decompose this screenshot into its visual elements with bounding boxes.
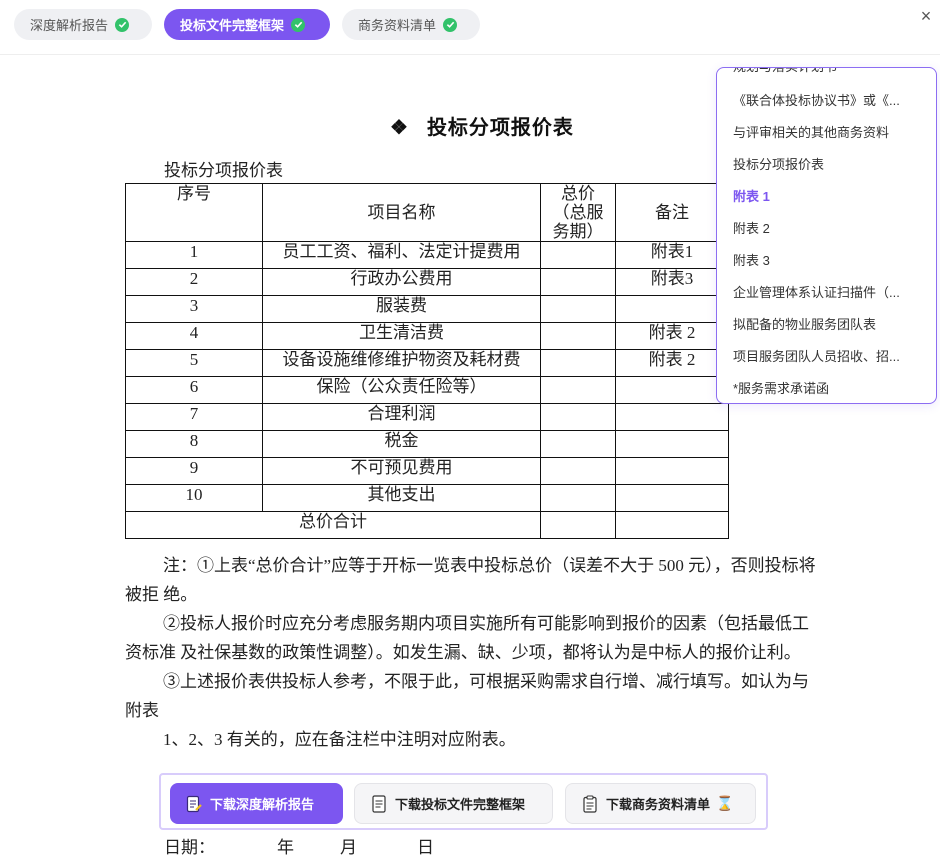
table-row: 10 其他支出 xyxy=(125,484,729,512)
table-row: 3 服装费 xyxy=(125,295,729,323)
heading-text: 投标分项报价表 xyxy=(426,117,574,139)
table-row: 4 卫生清洁费 附表 2 xyxy=(125,322,729,350)
download-analysis-report-button[interactable]: 下载深度解析报告 xyxy=(170,783,343,824)
outline-item[interactable]: 《联合体投标协议书》或《... xyxy=(733,90,923,109)
check-circle-icon xyxy=(443,17,458,32)
outline-item[interactable]: 规划与落实计划书 xyxy=(733,68,923,75)
table-row: 2 行政办公费用 附表3 xyxy=(125,268,729,296)
button-label: 下载商务资料清单 xyxy=(606,797,711,812)
page-title: ❖ 投标分项报价表 xyxy=(390,111,574,140)
outline-item[interactable]: 投标分项报价表 xyxy=(733,154,923,173)
outline-item[interactable]: 附表 2 xyxy=(733,218,923,237)
close-icon[interactable]: × xyxy=(916,6,936,26)
header-note: 备注 xyxy=(615,183,729,242)
tab-label: 投标文件完整框架 xyxy=(180,18,285,33)
outline-item[interactable]: 拟配备的物业服务团队表 xyxy=(733,314,923,333)
date-line: 日期：年月日 xyxy=(164,838,434,857)
notes-section: 注：①上表“总价合计”应等于开标一览表中投标总价（误差不大于 500 元），否则… xyxy=(125,551,825,754)
note-paragraph: 注：①上表“总价合计”应等于开标一览表中投标总价（误差不大于 500 元），否则… xyxy=(125,556,816,604)
tab-business-list[interactable]: 商务资料清单 xyxy=(342,9,480,40)
download-bar: 下载深度解析报告 下载投标文件完整框架 下载商务资料清单 ⌛ xyxy=(159,773,768,830)
outline-item[interactable]: 企业管理体系认证扫描件（... xyxy=(733,282,923,301)
outline-panel[interactable]: 规划与落实计划书 《联合体投标协议书》或《... 与评审相关的其他商务资料 投标… xyxy=(716,67,937,404)
outline-item[interactable]: 与评审相关的其他商务资料 xyxy=(733,122,923,141)
download-business-list-button[interactable]: 下载商务资料清单 ⌛ xyxy=(565,783,756,824)
clipboard-icon xyxy=(582,794,598,813)
tab-deep-analysis-report[interactable]: 深度解析报告 xyxy=(14,9,152,40)
outline-item[interactable]: *服务需求承诺函 xyxy=(733,378,923,397)
tab-bid-framework[interactable]: 投标文件完整框架 xyxy=(164,9,330,40)
check-circle-icon xyxy=(115,17,130,32)
outline-item[interactable]: 附表 3 xyxy=(733,250,923,269)
table-row: 1 员工工资、福利、法定计提费用 附表1 xyxy=(125,241,729,269)
quote-table: 序号 项目名称 总价 （总服 务期） 备注 1 员工工资、福利、法定计提费用 附表1… xyxy=(125,183,729,539)
table-header-row: 序号 项目名称 总价 （总服 务期） 备注 xyxy=(125,183,729,242)
tab-label: 商务资料清单 xyxy=(358,18,437,33)
table-row: 9 不可预见费用 xyxy=(125,457,729,485)
table-row: 5 设备设施维修维护物资及耗材费 附表 2 xyxy=(125,349,729,377)
tab-label: 深度解析报告 xyxy=(30,18,109,33)
table-row: 8 税金 xyxy=(125,430,729,458)
download-bid-framework-button[interactable]: 下载投标文件完整框架 xyxy=(354,783,553,824)
note-paragraph: ②投标人报价时应充分考虑服务期内项目实施所有可能影响到报价的因素（包括最低工资标… xyxy=(125,614,809,662)
note-paragraph: ③上述报价表供投标人参考，不限于此，可根据采购需求自行增、减行填写。如认为与附表 xyxy=(125,672,809,720)
header-total: 总价 （总服 务期） xyxy=(540,183,616,242)
table-caption: 投标分项报价表 xyxy=(164,161,283,180)
table-total-row: 总价合计 xyxy=(125,511,729,539)
table-row: 7 合理利润 xyxy=(125,403,729,431)
header-name: 项目名称 xyxy=(262,183,541,242)
check-circle-icon xyxy=(291,17,306,32)
note-paragraph: 1、2、3 有关的，应在备注栏中注明对应附表。 xyxy=(163,730,516,749)
table-row: 6 保险（公众责任险等） xyxy=(125,376,729,404)
outline-item-active[interactable]: 附表 1 xyxy=(733,186,923,205)
button-label: 下载深度解析报告 xyxy=(210,797,315,812)
document-icon xyxy=(371,794,387,813)
hourglass-icon: ⌛ xyxy=(716,795,734,811)
diamond-bullet-icon: ❖ xyxy=(390,117,409,139)
tab-bar: 深度解析报告 投标文件完整框架 商务资料清单 × xyxy=(0,0,940,55)
button-label: 下载投标文件完整框架 xyxy=(395,797,526,812)
document-edit-icon xyxy=(186,795,202,813)
total-label: 总价合计 xyxy=(125,511,541,539)
outline-item[interactable]: 项目服务团队人员招收、招... xyxy=(733,346,923,365)
header-no: 序号 xyxy=(125,183,263,242)
